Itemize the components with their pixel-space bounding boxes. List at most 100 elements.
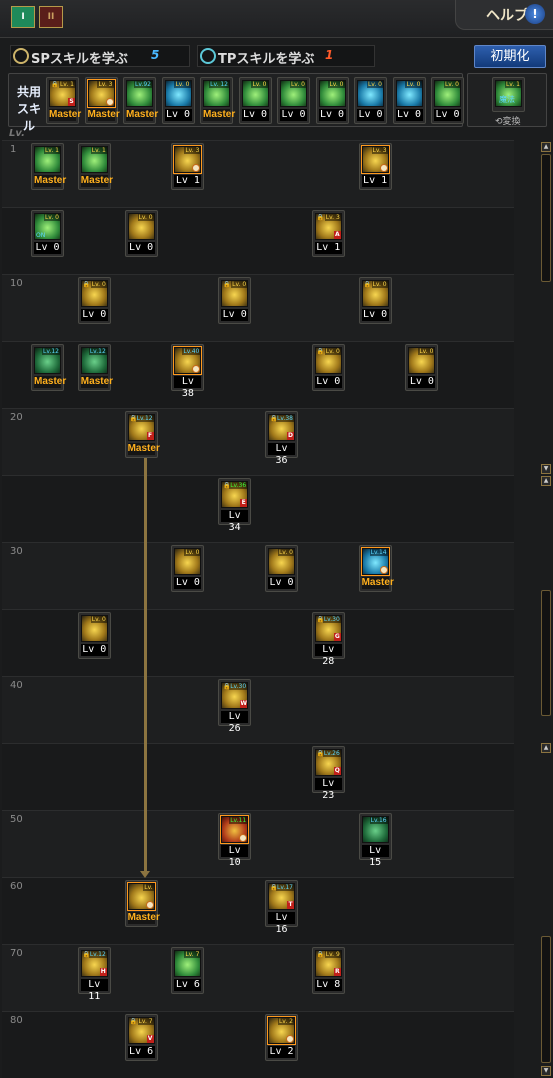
level-requirement-badge: Lv. 1 bbox=[43, 147, 60, 154]
skill-slot[interactable]: Lv.92 Master bbox=[123, 77, 158, 124]
skill-slot[interactable]: Lv. 2 Lv 2 bbox=[265, 1014, 298, 1061]
skill-tab-1[interactable]: I bbox=[11, 6, 35, 28]
skill-slot[interactable]: Lv. 0 Lv 0 bbox=[124, 210, 158, 257]
skill-slot[interactable]: Lv. 12 Master bbox=[200, 77, 235, 124]
tree-row: 80 bbox=[2, 1011, 514, 1078]
cooldown-clock-icon bbox=[145, 901, 154, 909]
skill-slot[interactable]: Lv. 0 Lv 0 bbox=[431, 77, 464, 124]
skill-slot[interactable]: Lv.12 Master bbox=[31, 344, 66, 391]
skill-slot[interactable]: Lv.11 Lv 10 bbox=[218, 813, 252, 868]
skill-slot[interactable]: Lv. 0 Lv 0 bbox=[315, 77, 349, 124]
skill-slot[interactable]: Lv.12 🔒 F Master bbox=[124, 411, 160, 458]
skill-slot[interactable]: Lv. 0 Lv 0 bbox=[277, 77, 310, 124]
level-requirement-badge: Lv. 3 bbox=[97, 81, 114, 88]
skill-slot[interactable]: Lv. 0 🔒 Lv 0 bbox=[311, 344, 345, 391]
skill-level-label: Master bbox=[127, 443, 160, 455]
tree-row: 60 bbox=[2, 877, 514, 944]
skill-slot[interactable]: Lv.16 Lv 15 bbox=[358, 813, 392, 868]
skill-slot[interactable]: Lv.36 🔒 E Lv 34 bbox=[218, 478, 252, 533]
scroll-down-button[interactable]: ▼ bbox=[541, 464, 551, 474]
scroll-down-button-3[interactable]: ▼ bbox=[541, 1066, 551, 1076]
skill-slot[interactable]: Lv. 1 Master bbox=[77, 143, 113, 190]
skill-slot[interactable]: Lv. 0 Lv 0 bbox=[392, 77, 426, 124]
lock-icon: 🔒 bbox=[82, 281, 91, 288]
skill-slot[interactable]: Lv. 3 🔒 A Lv 1 bbox=[311, 210, 345, 257]
skill-slot[interactable]: Lv.38 🔒 D Lv 36 bbox=[265, 411, 298, 466]
skill-slot[interactable]: Lv.17 🔒 T Lv 16 bbox=[265, 880, 298, 935]
skill-slot[interactable]: Lv. 0 🔒 Lv 0 bbox=[77, 277, 111, 324]
level-requirement-badge: Lv. 0 bbox=[324, 348, 341, 355]
scrollbar-thumb[interactable] bbox=[541, 154, 551, 282]
help-button[interactable]: ヘルプ! bbox=[455, 0, 553, 30]
switch-panel: Lv. 1 魔法 ⟲変換 bbox=[467, 73, 547, 127]
skill-icon: Lv. 3 bbox=[173, 145, 203, 174]
cooldown-clock-icon bbox=[192, 365, 201, 373]
skill-icon: Lv.36 🔒 E bbox=[221, 481, 249, 508]
radio-icon bbox=[200, 48, 216, 64]
skill-slot[interactable]: Lv. 0 Lv 0 bbox=[265, 545, 298, 592]
skill-icon: Lv.30 🔒 W bbox=[221, 682, 249, 709]
switch-button[interactable]: ⟲変換 bbox=[495, 114, 521, 127]
sp-skill-learn-toggle[interactable]: SPスキルを学ぶ 5 bbox=[10, 45, 190, 67]
skill-slot[interactable]: Lv.30 🔒 G Lv 28 bbox=[311, 612, 345, 667]
skill-slot[interactable]: Lv. 0 Lv 0 bbox=[405, 344, 439, 391]
scroll-up-button[interactable]: ▲ bbox=[541, 142, 551, 152]
skill-slot[interactable]: Lv. 7 Lv 6 bbox=[171, 947, 205, 994]
sp-label: SPスキルを学ぶ bbox=[31, 52, 128, 67]
skill-icon: Lv.16 bbox=[361, 816, 389, 843]
skill-icon: Lv.12 bbox=[80, 347, 108, 374]
hotkey-letter-badge: V bbox=[146, 1035, 154, 1043]
tree-row bbox=[2, 743, 514, 810]
tp-value: 1 bbox=[325, 48, 334, 62]
skill-slot[interactable]: Lv.14 Master bbox=[358, 545, 394, 592]
lock-icon: 🔒 bbox=[270, 884, 278, 891]
tp-skill-learn-toggle[interactable]: TPスキルを学ぶ 1 bbox=[197, 45, 375, 67]
skill-slot[interactable]: Lv.26 🔒 Q Lv 23 bbox=[311, 746, 345, 801]
skill-icon: Lv.38 🔒 D bbox=[268, 414, 295, 441]
scrollbar-thumb-2[interactable] bbox=[541, 590, 551, 716]
skill-slot[interactable]: Lv. 3 Lv 1 bbox=[171, 143, 205, 190]
skill-slot[interactable]: Lv. 0 Lv 0 bbox=[354, 77, 387, 124]
skill-slot[interactable]: Lv. 1 Master bbox=[31, 143, 66, 190]
skill-slot[interactable]: Lv. 0 Lv 0 bbox=[171, 545, 205, 592]
skill-slot[interactable]: Lv.12 Master bbox=[77, 344, 113, 391]
tree-row: 40 bbox=[2, 676, 514, 743]
reset-button[interactable]: 初期化 bbox=[474, 45, 546, 68]
skill-slot[interactable]: Lv.40 Lv 38 bbox=[171, 344, 205, 399]
skill-level-label: Lv 0 bbox=[314, 376, 342, 388]
skill-tab-2[interactable]: II bbox=[39, 6, 63, 28]
lock-icon: 🔒 bbox=[51, 81, 59, 88]
skill-slot[interactable]: Lv. 0 ON Lv 0 bbox=[31, 210, 64, 257]
skill-icon: Lv.12 bbox=[34, 347, 61, 374]
hotkey-letter-badge: G bbox=[333, 633, 341, 641]
skill-level-label: Lv 28 bbox=[314, 644, 342, 667]
level-requirement-badge: Lv.17 bbox=[276, 884, 294, 891]
scroll-up-button-2[interactable]: ▲ bbox=[541, 476, 551, 486]
skill-slot[interactable]: Lv. 7 🔒 V Lv 6 bbox=[124, 1014, 158, 1061]
skill-slot[interactable]: Lv. 1 🔒 S Master bbox=[46, 77, 81, 124]
skill-slot[interactable]: Lv.30 🔒 W Lv 26 bbox=[218, 679, 252, 734]
skill-icon: Lv. 2 bbox=[267, 1016, 296, 1045]
scrollbar-thumb-3[interactable] bbox=[541, 936, 551, 1063]
skill-icon: Lv. bbox=[126, 882, 156, 911]
row-level-label: 10 bbox=[10, 278, 23, 289]
lock-icon: 🔒 bbox=[363, 281, 372, 288]
skill-slot[interactable]: Lv.12 🔒 H Lv 11 bbox=[77, 947, 111, 1002]
lock-icon: 🔒 bbox=[129, 415, 138, 422]
scroll-up-button-3[interactable]: ▲ bbox=[541, 743, 551, 753]
skill-slot[interactable]: Lv. 3 Lv 1 bbox=[358, 143, 392, 190]
level-requirement-badge: Lv. 3 bbox=[371, 147, 388, 154]
skill-icon: Lv. 0 🔒 bbox=[221, 280, 249, 307]
skill-level-label: Lv 0 bbox=[80, 309, 108, 321]
skill-slot[interactable]: Lv. 3 Master bbox=[84, 77, 120, 124]
skill-slot[interactable]: Lv. 0 🔒 Lv 0 bbox=[218, 277, 252, 324]
level-requirement-badge: Lv. 0 bbox=[184, 549, 201, 556]
skill-slot[interactable]: Lv. Master bbox=[124, 880, 160, 927]
skill-slot[interactable]: Lv. 0 Lv 0 bbox=[238, 77, 272, 124]
skill-slot[interactable]: Lv. 0 Lv 0 bbox=[161, 77, 195, 124]
switch-skill-slot[interactable]: Lv. 1 魔法 bbox=[492, 77, 525, 112]
skill-slot[interactable]: Lv. 9 🔒 R Lv 8 bbox=[311, 947, 345, 994]
skill-slot[interactable]: Lv. 0 🔒 Lv 0 bbox=[358, 277, 392, 324]
skill-slot[interactable]: Lv. 0 Lv 0 bbox=[77, 612, 111, 659]
skill-icon: Lv. 7 🔒 V bbox=[127, 1017, 155, 1044]
